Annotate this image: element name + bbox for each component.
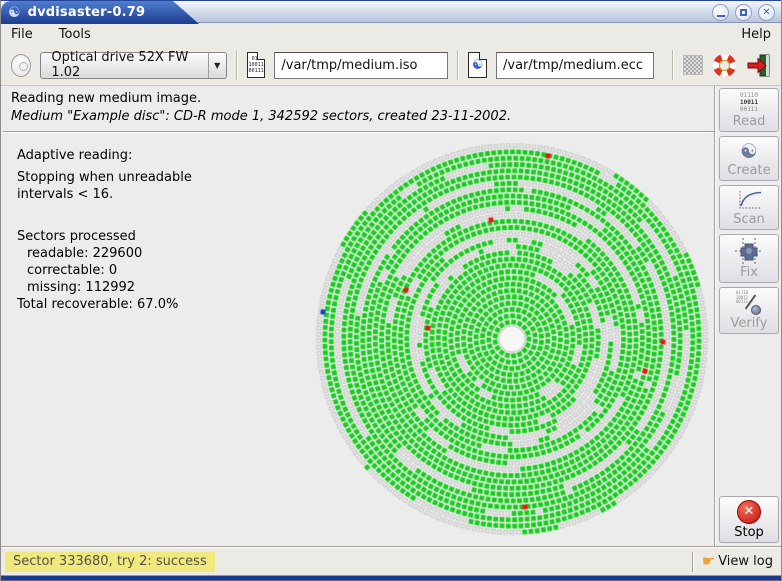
title-tab: ☯ dvdisaster-0.79 (1, 1, 173, 24)
read-button: 01110 10011 00111 Read (719, 88, 779, 132)
create-button: ☯ Create (719, 136, 779, 181)
scan-button: Scan (719, 185, 779, 230)
drive-select-value: Optical drive 52X FW 1.02 (41, 50, 207, 80)
close-button[interactable]: ✕ (758, 4, 775, 21)
status-bar: Sector 333680, try 2: success ☛ View log (1, 547, 781, 575)
iso-file-input[interactable] (274, 52, 448, 79)
binary-read-icon: 01110 10011 00111 (740, 92, 758, 113)
maximize-button[interactable] (735, 4, 752, 21)
lifebuoy-icon (712, 53, 737, 78)
fix-button-label: Fix (740, 265, 758, 280)
menu-bar: File Tools Help (1, 24, 781, 45)
close-icon: ✕ (762, 8, 770, 18)
help-button[interactable] (712, 53, 737, 78)
read-button-label: Read (733, 114, 766, 129)
fix-button: Fix (719, 234, 779, 283)
main-panel: Reading new medium image. Medium "Exampl… (3, 86, 714, 547)
stat-total-recoverable: Total recoverable: 67.0% (17, 297, 178, 312)
create-button-label: Create (727, 163, 770, 178)
sectors-processed-heading: Sectors processed (17, 229, 136, 244)
binary-slash-ball-icon: 01110 10011 00111 (736, 291, 762, 315)
exit-door-icon (746, 53, 771, 78)
content-area: Reading new medium image. Medium "Exampl… (1, 86, 781, 547)
statusbar-separator (692, 552, 694, 572)
curve-plot-icon (735, 189, 763, 211)
menu-file[interactable]: File (11, 27, 33, 42)
toolbar-separator (457, 50, 459, 80)
quit-button[interactable] (746, 53, 771, 78)
toolbar-separator (672, 50, 674, 80)
scan-button-label: Scan (733, 212, 765, 227)
yin-yang-create-icon: ☯ (740, 140, 758, 162)
stop-button-label: Stop (734, 525, 764, 540)
ecc-file-icon: ☯ (468, 52, 487, 78)
iso-file-icon: 011 10011 00111 (247, 52, 266, 78)
ecc-file-input[interactable] (496, 52, 654, 79)
window-bottom-border (1, 575, 781, 581)
status-message: Sector 333680, try 2: success (5, 552, 215, 572)
pointing-hand-icon: ☛ (702, 554, 715, 569)
app-window: ☯ dvdisaster-0.79 ✕ File Tools Help Opti… (0, 0, 782, 581)
adaptive-reading-heading: Adaptive reading: (17, 148, 132, 163)
stat-missing: missing: 112992 (27, 280, 135, 295)
optical-disc-icon (11, 54, 31, 77)
stat-readable: readable: 229600 (27, 246, 142, 261)
toolbar-separator (236, 50, 238, 80)
view-log-label: View log (718, 554, 773, 569)
stopping-note-line2: intervals < 16. (17, 187, 113, 202)
preferences-icon (683, 55, 703, 75)
minimize-icon (717, 15, 725, 17)
stop-button[interactable]: ✕ Stop (719, 496, 779, 543)
chevron-down-icon[interactable]: ▼ (209, 61, 226, 70)
action-sidebar: 01110 10011 00111 Read ☯ Create Scan (717, 86, 781, 547)
title-bar[interactable]: ☯ dvdisaster-0.79 ✕ (1, 0, 781, 23)
verify-button-label: Verify (731, 316, 768, 331)
maximize-icon (740, 9, 747, 16)
verify-button: 01110 10011 00111 Verify (719, 287, 779, 334)
yin-yang-icon: ☯ (8, 6, 21, 20)
window-title: dvdisaster-0.79 (28, 5, 146, 20)
yin-yang-icon: ☯ (472, 59, 484, 72)
disc-sector-map (303, 130, 719, 546)
stat-correctable: correctable: 0 (27, 263, 117, 278)
toolbar: Optical drive 52X FW 1.02 ▼ 011 10011 00… (1, 45, 781, 86)
title-tab-slope (173, 1, 199, 24)
menu-tools[interactable]: Tools (59, 27, 91, 42)
puzzle-crosshair-icon (735, 238, 763, 264)
stopping-note-line1: Stopping when unreadable (17, 170, 192, 185)
drive-select[interactable]: Optical drive 52X FW 1.02 ▼ (40, 52, 226, 79)
view-log-button[interactable]: ☛ View log (702, 554, 773, 569)
vertical-separator (714, 86, 716, 547)
menu-help[interactable]: Help (741, 27, 771, 42)
stop-x-icon: ✕ (737, 500, 761, 524)
status-line-action: Reading new medium image. (11, 91, 201, 106)
status-line-medium: Medium "Example disc": CD-R mode 1, 3425… (11, 109, 511, 124)
preferences-button (683, 55, 703, 75)
minimize-button[interactable] (712, 4, 729, 21)
